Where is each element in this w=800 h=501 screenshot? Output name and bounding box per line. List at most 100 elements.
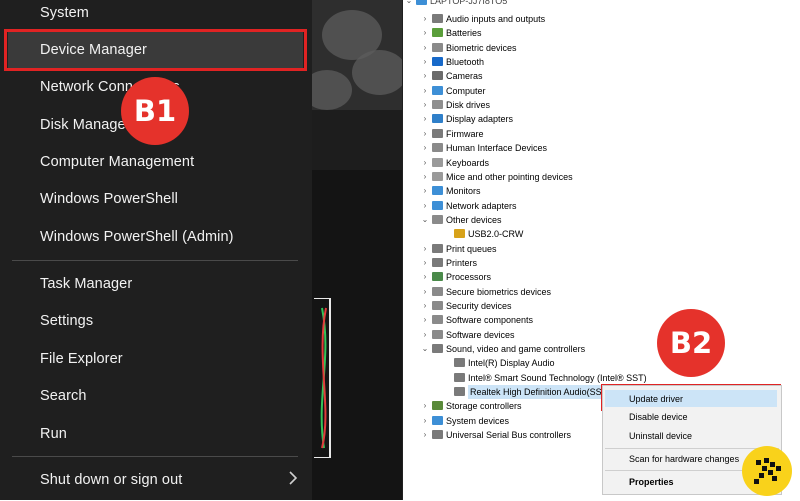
wallpaper-mountain: [312, 110, 402, 170]
runner-logo-icon: [754, 458, 781, 484]
chevron-down-icon[interactable]: ⌄: [421, 213, 429, 227]
printer-icon: [432, 243, 443, 253]
chevron-right-icon[interactable]: ›: [421, 199, 429, 213]
security-icon: [432, 301, 443, 310]
computer-icon: [416, 0, 427, 5]
chevron-right-icon[interactable]: ›: [421, 12, 429, 26]
device-label: Print queues: [446, 243, 497, 254]
disk-icon: [432, 100, 443, 110]
device-label: Security devices: [446, 301, 512, 311]
device-label: Cameras: [446, 71, 483, 82]
device-label: Mice and other pointing devices: [446, 171, 573, 182]
chevron-right-icon[interactable]: ›: [421, 69, 429, 83]
chevron-down-icon[interactable]: ⌄: [405, 0, 413, 8]
component-icon: [432, 329, 443, 339]
device-label: Printers: [446, 257, 478, 268]
winx-menu-item[interactable]: Windows PowerShell (Admin): [40, 228, 234, 246]
device-label: Keyboards: [446, 157, 490, 168]
speaker-icon: [432, 14, 443, 23]
chevron-right-icon[interactable]: ›: [421, 156, 429, 170]
device-label: Network adapters: [446, 200, 517, 211]
menu-divider: [12, 456, 298, 457]
chevron-right-icon[interactable]: ›: [421, 428, 429, 442]
device-label: Storage controllers: [446, 401, 522, 412]
tree-root-label: LAPTOP-JJ7I8TO5: [430, 0, 508, 6]
chevron-right-icon[interactable]: ›: [421, 98, 429, 112]
chevron-right-icon: [289, 471, 298, 485]
chevron-right-icon[interactable]: ›: [421, 112, 429, 126]
chevron-down-icon[interactable]: ⌄: [421, 342, 429, 356]
device-label: USB2.0-CRW: [468, 229, 524, 240]
chevron-right-icon[interactable]: ›: [421, 41, 429, 55]
chevron-right-icon[interactable]: ›: [421, 299, 429, 313]
bluetooth-icon: [432, 57, 443, 67]
wallpaper-light-trail: [314, 298, 331, 458]
device-label: Monitors: [446, 186, 481, 197]
device-label: Biometric devices: [446, 42, 517, 53]
winx-menu-item[interactable]: Windows PowerShell: [40, 190, 178, 208]
winx-menu-item[interactable]: Settings: [40, 312, 93, 330]
winx-menu-item[interactable]: Task Manager: [40, 275, 132, 293]
chevron-right-icon[interactable]: ›: [421, 270, 429, 284]
device-label: Sound, video and game controllers: [446, 344, 586, 355]
speaker-icon: [432, 344, 443, 354]
chevron-right-icon[interactable]: ›: [421, 127, 429, 141]
printer-icon: [432, 257, 443, 267]
device-label: Firmware: [446, 128, 484, 139]
system-icon: [432, 415, 443, 425]
fingerprint-icon: [432, 286, 443, 296]
device-label: Processors: [446, 272, 492, 283]
winx-menu-item[interactable]: Shut down or sign out: [40, 471, 182, 489]
menu-divider: [12, 260, 298, 261]
chevron-right-icon[interactable]: ›: [421, 242, 429, 256]
chevron-right-icon[interactable]: ›: [421, 399, 429, 413]
device-label: Software devices: [446, 329, 515, 340]
chevron-right-icon[interactable]: ›: [421, 256, 429, 270]
chevron-right-icon[interactable]: ›: [421, 285, 429, 299]
menu-item-properties[interactable]: Properties: [629, 475, 674, 489]
winx-menu-item[interactable]: Search: [40, 387, 87, 405]
step-badge-b1: B1: [121, 77, 189, 145]
device-label: System devices: [446, 415, 510, 426]
chevron-right-icon[interactable]: ›: [421, 414, 429, 428]
device-label: Intel(R) Display Audio: [468, 358, 555, 369]
menu-item-disable-device[interactable]: Disable device: [629, 410, 688, 424]
winx-menu-item[interactable]: Computer Management: [40, 153, 194, 171]
wallpaper-cloud: [352, 50, 402, 95]
winx-menu-item[interactable]: File Explorer: [40, 350, 123, 368]
menu-item-update-driver[interactable]: Update driver: [629, 392, 683, 406]
usb-icon: [432, 430, 443, 440]
unknown-device-icon: [432, 214, 443, 224]
device-label: Batteries: [446, 28, 482, 39]
device-label: Human Interface Devices: [446, 143, 548, 154]
monitor-icon: [432, 186, 443, 196]
device-label: Universal Serial Bus controllers: [446, 430, 572, 441]
fingerprint-icon: [432, 42, 443, 52]
battery-icon: [432, 28, 443, 38]
chevron-right-icon[interactable]: ›: [421, 313, 429, 327]
speaker-icon: [454, 358, 465, 368]
chevron-right-icon[interactable]: ›: [421, 170, 429, 184]
chevron-right-icon[interactable]: ›: [421, 328, 429, 342]
winx-menu-item[interactable]: System: [40, 4, 89, 22]
brand-logo: [742, 446, 792, 496]
menu-item-uninstall-device[interactable]: Uninstall device: [629, 429, 692, 443]
keyboard-icon: [432, 157, 443, 167]
chevron-right-icon[interactable]: ›: [421, 26, 429, 40]
device-label: Computer: [446, 85, 486, 96]
highlight-box-device-manager: [4, 29, 307, 71]
chip-icon: [432, 128, 443, 138]
winx-menu: System Device Manager Network Connections D…: [0, 0, 312, 500]
chevron-right-icon[interactable]: ›: [421, 84, 429, 98]
device-label: Bluetooth: [446, 57, 485, 68]
chevron-right-icon[interactable]: ›: [421, 184, 429, 198]
menu-item-scan-hardware[interactable]: Scan for hardware changes: [629, 452, 739, 466]
device-label: Intel® Smart Sound Technology (Intel® SS…: [468, 372, 647, 383]
hid-icon: [432, 143, 443, 153]
chevron-right-icon[interactable]: ›: [421, 55, 429, 69]
mouse-icon: [432, 171, 443, 181]
winx-menu-item[interactable]: Run: [40, 425, 67, 443]
device-label: Secure biometrics devices: [446, 286, 552, 297]
monitor-icon: [432, 85, 443, 95]
chevron-right-icon[interactable]: ›: [421, 141, 429, 155]
